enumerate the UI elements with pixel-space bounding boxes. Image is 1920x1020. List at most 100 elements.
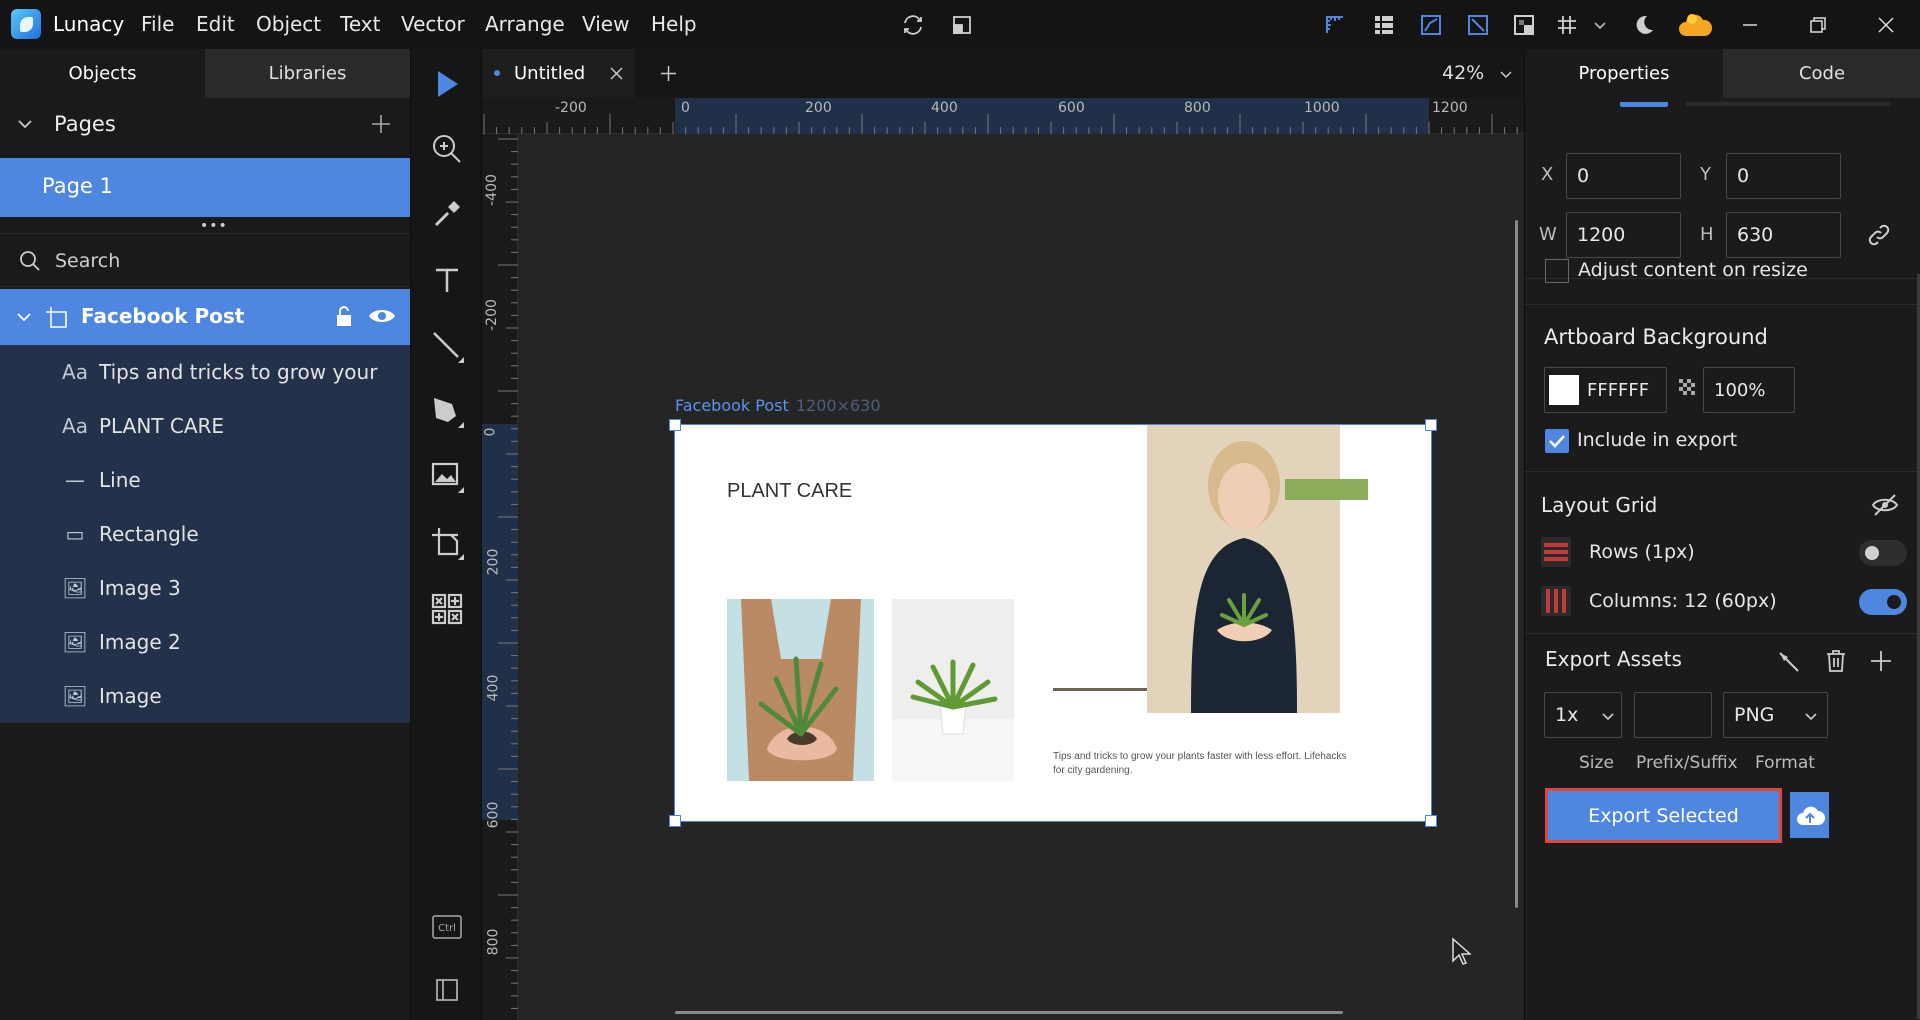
export-selected-button[interactable]: Export Selected <box>1545 788 1782 843</box>
tab-code[interactable]: Code <box>1723 49 1920 98</box>
design-canvas[interactable]: Facebook Post 1200×630 PLANT CARE Tips a… <box>518 134 1524 1020</box>
selection-handle[interactable] <box>1425 815 1437 827</box>
text-tool-icon[interactable] <box>425 258 469 302</box>
chevron-down-icon[interactable] <box>16 115 34 137</box>
zoom-tool-icon[interactable] <box>425 127 469 171</box>
export-scale-select[interactable]: 1x <box>1544 692 1622 738</box>
color-swatch[interactable] <box>1549 375 1579 405</box>
panel-resize-handle[interactable]: ••• <box>200 218 228 234</box>
image-tool-icon[interactable] <box>425 454 469 498</box>
selection-handle[interactable] <box>669 419 681 431</box>
menu-arrange[interactable]: Arrange <box>485 12 565 36</box>
artboard-facebook-post[interactable]: PLANT CARE Tips and tricks to grow your <box>669 419 1437 827</box>
layer-label: PLANT CARE <box>99 414 225 438</box>
cloud-upload-button[interactable] <box>1790 792 1829 838</box>
chevron-down-icon[interactable] <box>1590 11 1610 39</box>
vertical-scrollbar[interactable] <box>1515 220 1518 908</box>
selection-handle[interactable] <box>669 815 681 827</box>
line-tool-icon[interactable] <box>425 324 469 368</box>
unlock-icon[interactable] <box>334 304 354 332</box>
chevron-down-icon[interactable] <box>1499 66 1513 85</box>
select-tool-icon[interactable] <box>425 62 469 106</box>
image-hands-with-plant[interactable] <box>727 599 874 781</box>
adjust-content-checkbox[interactable] <box>1545 259 1569 283</box>
menu-view[interactable]: View <box>582 12 629 36</box>
pixel-grid-icon[interactable] <box>1553 11 1581 39</box>
layer-item[interactable]: ▭ Rectangle <box>0 507 410 561</box>
x-input[interactable]: 0 <box>1566 153 1681 199</box>
accent-rectangle[interactable] <box>1285 479 1368 500</box>
add-page-icon[interactable] <box>370 113 392 139</box>
width-input[interactable]: 1200 <box>1566 212 1681 258</box>
close-window-icon[interactable] <box>1872 11 1900 39</box>
layer-item[interactable]: — Line <box>0 453 410 507</box>
rows-toggle[interactable] <box>1859 540 1907 566</box>
constrain-proportions-link-icon[interactable] <box>1867 223 1891 251</box>
restore-window-icon[interactable] <box>1804 11 1832 39</box>
menu-help[interactable]: Help <box>651 12 697 36</box>
export-assets-title: Export Assets <box>1545 647 1682 671</box>
export-format-select[interactable]: PNG <box>1723 692 1828 738</box>
background-color-input[interactable]: FFFFFF <box>1544 367 1667 413</box>
pixel-preview-icon[interactable] <box>1510 11 1538 39</box>
columns-label: Columns: 12 (60px) <box>1589 590 1777 612</box>
layer-item[interactable]: 🖼 Image 2 <box>0 615 410 669</box>
image-potted-plant[interactable] <box>892 599 1014 781</box>
layer-item[interactable]: Aa Tips and tricks to grow your p <box>0 345 410 399</box>
resize-frame-icon[interactable] <box>948 11 976 39</box>
add-export-icon[interactable] <box>1869 649 1893 677</box>
caption-text[interactable]: Tips and tricks to grow your plants fast… <box>1053 750 1353 778</box>
height-input[interactable]: 630 <box>1726 212 1841 258</box>
horizontal-scrollbar[interactable] <box>675 1011 1343 1014</box>
menu-text[interactable]: Text <box>340 12 380 36</box>
zoom-level[interactable]: 42% <box>1442 62 1484 84</box>
keyboard-shortcuts-icon[interactable]: Ctrl <box>425 905 469 949</box>
menu-file[interactable]: File <box>141 12 174 36</box>
include-in-export-checkbox[interactable] <box>1545 429 1569 453</box>
cloud-sync-icon[interactable] <box>1675 11 1715 39</box>
grid-layout-icon[interactable] <box>1370 11 1398 39</box>
background-opacity-input[interactable]: 100% <box>1703 367 1795 413</box>
snap-object-icon[interactable] <box>1464 11 1492 39</box>
hide-grid-eye-icon[interactable] <box>1871 493 1899 521</box>
visibility-eye-icon[interactable] <box>367 306 397 330</box>
page-item-page-1[interactable]: Page 1 <box>0 158 410 217</box>
layer-item[interactable]: 🖼 Image 3 <box>0 561 410 615</box>
tab-properties[interactable]: Properties <box>1525 49 1723 98</box>
ruler-icon[interactable] <box>1321 11 1349 39</box>
tab-untitled[interactable]: Untitled <box>482 49 634 98</box>
snap-pixel-icon[interactable] <box>1417 11 1445 39</box>
menu-vector[interactable]: Vector <box>401 12 465 36</box>
minimize-window-icon[interactable] <box>1736 11 1764 39</box>
delete-trash-icon[interactable] <box>1825 649 1847 677</box>
layer-search[interactable]: Search <box>0 233 410 287</box>
layer-item[interactable]: Aa PLANT CARE <box>0 399 410 453</box>
search-input[interactable]: Search <box>55 250 120 272</box>
image-woman-with-plant[interactable] <box>1147 425 1340 713</box>
heading-plant-care[interactable]: PLANT CARE <box>727 480 852 503</box>
close-tab-icon[interactable] <box>609 66 624 85</box>
layer-item[interactable]: 🖼 Image <box>0 669 410 723</box>
selection-handle[interactable] <box>1425 419 1437 431</box>
artboard-title-label[interactable]: Facebook Post 1200×630 <box>675 396 881 415</box>
artboard-tool-icon[interactable] <box>425 521 469 565</box>
toggle-panel-icon[interactable] <box>425 968 469 1012</box>
color-picker-tool-icon[interactable] <box>425 192 469 236</box>
columns-toggle[interactable] <box>1859 589 1907 615</box>
ruler-label: 600 <box>485 801 502 829</box>
tab-libraries[interactable]: Libraries <box>205 49 410 98</box>
sync-icon[interactable] <box>899 11 927 39</box>
chevron-down-icon[interactable] <box>15 308 33 330</box>
dark-mode-moon-icon[interactable] <box>1630 11 1658 39</box>
artboard-layer-facebook-post[interactable]: Facebook Post <box>0 289 410 345</box>
export-prefix-input[interactable] <box>1634 692 1712 738</box>
y-input[interactable]: 0 <box>1726 153 1841 199</box>
new-tab-icon[interactable] <box>660 65 677 86</box>
menu-edit[interactable]: Edit <box>196 12 235 36</box>
slice-knife-icon[interactable] <box>1777 650 1801 678</box>
mouse-cursor-icon <box>1451 937 1472 969</box>
menu-object[interactable]: Object <box>256 12 321 36</box>
tab-objects[interactable]: Objects <box>0 49 205 98</box>
components-tool-icon[interactable] <box>425 587 469 631</box>
pen-tool-icon[interactable] <box>425 389 469 433</box>
